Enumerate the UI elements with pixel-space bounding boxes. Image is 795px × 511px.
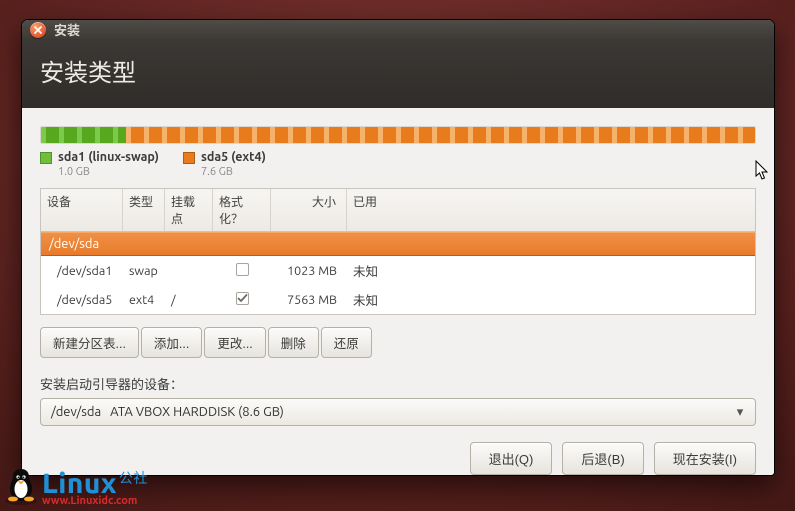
bootloader-label: 安装启动引导器的设备： [40, 374, 756, 393]
table-row[interactable]: /dev/sda5 ext4 / 7563 MB 未知 [41, 285, 755, 314]
change-button[interactable]: 更改... [204, 327, 265, 358]
new-partition-table-button[interactable]: 新建分区表... [40, 327, 139, 358]
back-button[interactable]: 后退(B) [562, 442, 643, 475]
legend-item-sda5: sda5 (ext4) 7.6 GB [183, 150, 266, 178]
cell-used: 未知 [347, 285, 755, 314]
disk-usage-bar [40, 126, 756, 144]
partition-table: 设备 类型 挂载点 格式化？ 大小 已用 /dev/sda /dev/sda1 … [40, 188, 756, 315]
cell-mount: / [165, 288, 213, 312]
window-title: 安装 [54, 20, 80, 39]
th-format[interactable]: 格式化？ [213, 189, 271, 231]
tux-icon [0, 465, 42, 507]
cell-type: ext4 [123, 288, 165, 312]
cell-device: /dev/sda1 [41, 259, 123, 283]
swatch-orange-icon [183, 152, 195, 164]
installer-window: 安装 安装类型 sda1 (linux-swap) 1.0 GB sda5 (e… [21, 19, 775, 476]
legend-sub: 1.0 GB [58, 166, 90, 178]
watermark-url: www.Linuxidc.com [42, 496, 146, 507]
checkbox-checked-icon[interactable] [236, 292, 249, 305]
bootloader-select[interactable]: /dev/sda ATA VBOX HARDDISK (8.6 GB) ▾ [40, 398, 756, 426]
table-header: 设备 类型 挂载点 格式化？ 大小 已用 [41, 189, 755, 232]
th-type[interactable]: 类型 [123, 189, 165, 231]
legend-sub: 7.6 GB [201, 166, 233, 178]
cell-mount [165, 266, 213, 276]
legend-title: sda5 (ext4) [201, 150, 266, 164]
cell-format [213, 258, 271, 284]
disk-row[interactable]: /dev/sda [41, 232, 755, 256]
cell-format [213, 287, 271, 312]
delete-button[interactable]: 删除 [268, 327, 319, 358]
table-row[interactable]: /dev/sda1 swap 1023 MB 未知 [41, 256, 755, 285]
partition-toolbar: 新建分区表... 添加... 更改... 删除 还原 [40, 327, 756, 358]
th-used[interactable]: 已用 [347, 189, 755, 231]
disk-segment-sda5 [126, 127, 755, 143]
legend-title: sda1 (linux-swap) [58, 150, 159, 164]
checkbox-icon[interactable] [236, 263, 249, 276]
revert-button[interactable]: 还原 [321, 327, 372, 358]
disk-segment-sda1 [41, 127, 126, 143]
page-header: 安装类型 [22, 39, 774, 108]
watermark: Linux公社 www.Linuxidc.com [0, 465, 146, 507]
chevron-down-icon: ▾ [731, 405, 749, 420]
cell-device: /dev/sda5 [41, 288, 123, 312]
quit-button[interactable]: 退出(Q) [470, 442, 553, 475]
cell-size: 7563 MB [271, 288, 347, 312]
cell-size: 1023 MB [271, 259, 347, 283]
th-device[interactable]: 设备 [41, 189, 123, 231]
th-mount[interactable]: 挂载点 [165, 189, 213, 231]
legend-item-sda1: sda1 (linux-swap) 1.0 GB [40, 150, 159, 178]
cell-type: swap [123, 259, 165, 283]
titlebar[interactable]: 安装 [22, 20, 774, 39]
th-size[interactable]: 大小 [271, 189, 347, 231]
cell-used: 未知 [347, 256, 755, 285]
bootloader-value: /dev/sda ATA VBOX HARDDISK (8.6 GB) [51, 405, 284, 419]
add-button[interactable]: 添加... [141, 327, 202, 358]
disk-legend: sda1 (linux-swap) 1.0 GB sda5 (ext4) 7.6… [40, 150, 756, 178]
page-title: 安装类型 [40, 59, 136, 86]
install-button[interactable]: 现在安装(I) [654, 442, 756, 475]
close-icon[interactable] [30, 22, 46, 38]
swatch-green-icon [40, 152, 52, 164]
watermark-cn: 公社 [119, 470, 148, 486]
